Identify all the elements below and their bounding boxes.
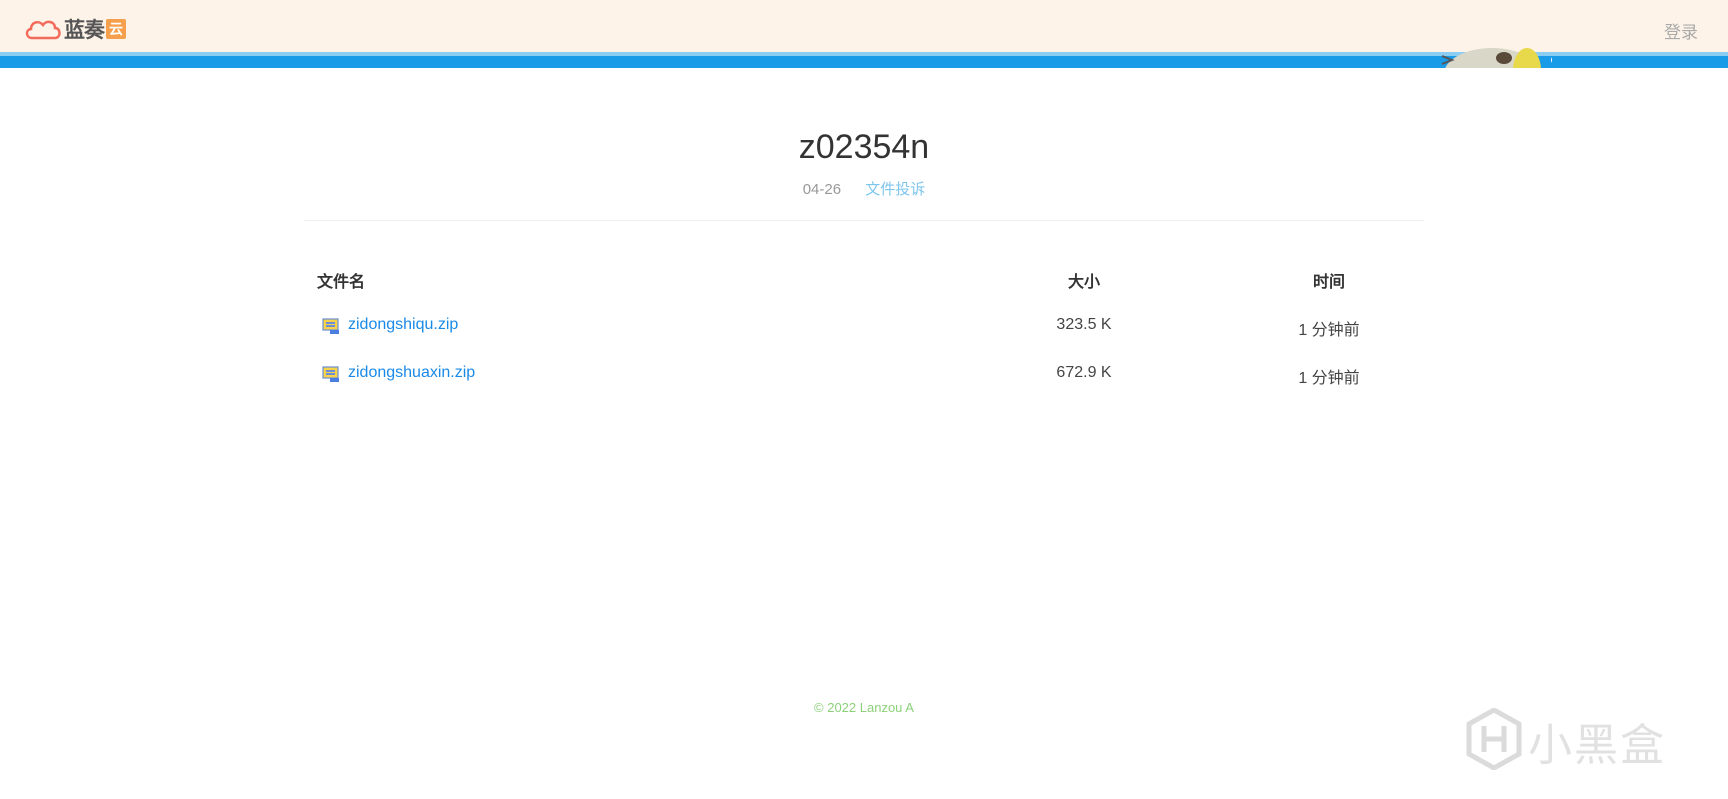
logo-text: 蓝奏 — [64, 19, 105, 42]
site-logo[interactable]: 蓝奏 云 — [24, 13, 126, 45]
cloud-icon — [24, 16, 62, 42]
report-link[interactable]: 文件投诉 — [865, 181, 925, 198]
archive-file-icon — [322, 365, 342, 383]
folder-title: z02354n — [798, 128, 930, 166]
file-size: 672.9 K — [1056, 364, 1112, 381]
file-size: 323.5 K — [1056, 316, 1112, 333]
folder-meta: 04-26 文件投诉 — [0, 178, 1728, 199]
header-filename: 文件名 — [317, 274, 366, 291]
file-table: 文件名 大小 时间 zidongshiqu.zip 323.5 K 1 分钟前 … — [304, 258, 1424, 402]
heybox-logo-icon — [1466, 706, 1522, 775]
table-header: 文件名 大小 时间 — [304, 258, 1424, 306]
watermark-text: 小黑盒 — [1528, 721, 1666, 770]
mascot-illustration — [1432, 44, 1552, 68]
header-size: 大小 — [1067, 274, 1100, 291]
file-time: 1 分钟前 — [1298, 370, 1360, 387]
divider — [304, 220, 1424, 221]
table-row: zidongshiqu.zip 323.5 K 1 分钟前 — [304, 306, 1424, 354]
file-time: 1 分钟前 — [1298, 322, 1360, 339]
folder-date: 04-26 — [802, 181, 842, 198]
file-link[interactable]: zidongshuaxin.zip — [348, 364, 475, 382]
file-link[interactable]: zidongshiqu.zip — [348, 316, 458, 334]
watermark: 小黑盒 — [1466, 706, 1686, 776]
login-link[interactable]: 登录 — [1664, 18, 1698, 43]
logo-badge: 云 — [106, 19, 126, 39]
table-row: zidongshuaxin.zip 672.9 K 1 分钟前 — [304, 354, 1424, 402]
header-time: 时间 — [1312, 274, 1345, 291]
archive-file-icon — [322, 317, 342, 335]
